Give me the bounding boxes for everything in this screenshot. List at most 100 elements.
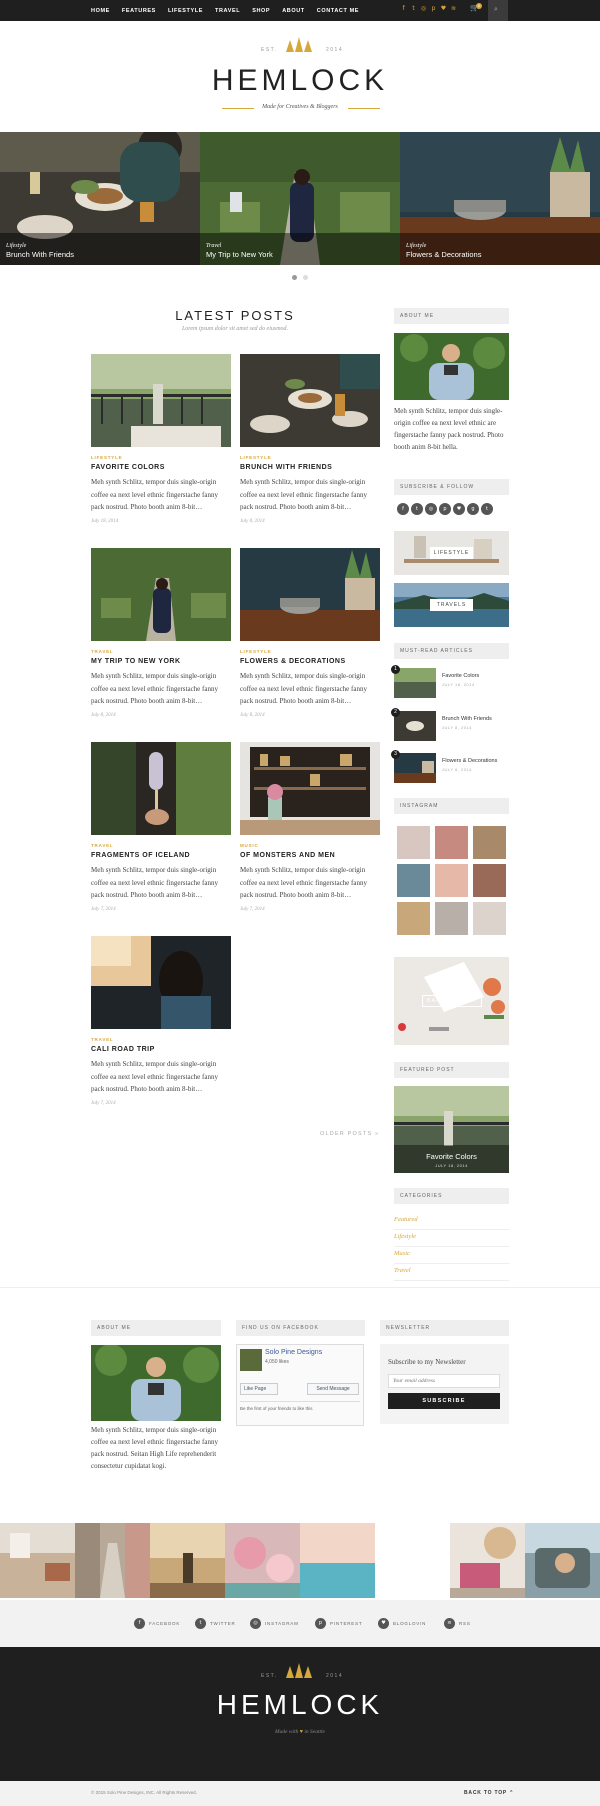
- social-link-rss[interactable]: ≋ RSS: [444, 1618, 471, 1629]
- menu-item-lifestyle[interactable]: LIFESTYLE: [168, 8, 203, 14]
- instagram-photo[interactable]: [473, 826, 506, 859]
- post-image[interactable]: [240, 548, 380, 641]
- social-link-facebook[interactable]: f FACEBOOK: [134, 1618, 180, 1629]
- footer-instagram-photo[interactable]: [225, 1523, 300, 1598]
- lifestyle-banner-label: LIFESTYLE: [430, 547, 473, 559]
- footer-instagram-photo[interactable]: [150, 1523, 225, 1598]
- social-link-twitter[interactable]: t TWITTER: [195, 1618, 236, 1629]
- slider-item[interactable]: Travel My Trip to New York: [200, 132, 400, 265]
- facebook-page-name[interactable]: Solo Pine Designs: [265, 1349, 322, 1356]
- footer-instagram-photo[interactable]: [375, 1523, 450, 1598]
- pinterest-icon[interactable]: p: [430, 5, 437, 12]
- post-category[interactable]: TRAVEL: [91, 649, 231, 654]
- facebook-message-button[interactable]: Send Message: [307, 1383, 359, 1395]
- pinterest-icon[interactable]: p: [439, 503, 451, 515]
- post-category[interactable]: TRAVEL: [91, 843, 231, 848]
- rss-icon[interactable]: ≋: [450, 5, 457, 12]
- instagram-photo[interactable]: [397, 902, 430, 935]
- post-image[interactable]: [240, 354, 380, 447]
- slide-category[interactable]: Travel: [206, 243, 221, 249]
- post-category[interactable]: LIFESTYLE: [240, 649, 380, 654]
- tumblr-icon[interactable]: t: [481, 503, 493, 515]
- back-to-top-link[interactable]: BACK TO TOP ⌃: [464, 1790, 514, 1796]
- slider-dot-active[interactable]: [292, 275, 297, 280]
- post-category[interactable]: TRAVEL: [91, 1037, 231, 1042]
- post-title[interactable]: FLOWERS & DECORATIONS: [240, 658, 380, 665]
- featured-post[interactable]: Favorite Colors JULY 18, 2014: [394, 1086, 509, 1173]
- facebook-page-plugin: Solo Pine Designs 4,050 likes Like Page …: [236, 1344, 364, 1426]
- newsletter-subscribe-button[interactable]: SUBSCRIBE: [388, 1393, 500, 1409]
- instagram-photo[interactable]: [435, 864, 468, 897]
- footer-instagram-photo[interactable]: [0, 1523, 75, 1598]
- post-title[interactable]: BRUNCH WITH FRIENDS: [240, 464, 380, 471]
- menu-item-features[interactable]: FEATURES: [122, 8, 156, 14]
- must-read-thumb: [394, 668, 436, 698]
- heart-icon[interactable]: ♥: [453, 503, 465, 515]
- must-read-item[interactable]: 1 Favorite Colors JULY 18, 2014: [391, 665, 509, 698]
- promo-banner[interactable]: BANNER SPOT: [394, 957, 509, 1045]
- post-category[interactable]: LIFESTYLE: [91, 455, 231, 460]
- menu-item-travel[interactable]: TRAVEL: [215, 8, 240, 14]
- menu-item-about[interactable]: ABOUT: [282, 8, 305, 14]
- instagram-photo[interactable]: [473, 864, 506, 897]
- post-title[interactable]: CALI ROAD TRIP: [91, 1046, 231, 1053]
- search-icon: ⌕: [494, 5, 498, 13]
- slider-dot[interactable]: [303, 275, 308, 280]
- instagram-icon[interactable]: ◎: [420, 5, 427, 12]
- heart-icon[interactable]: ♥: [440, 5, 447, 12]
- menu-item-home[interactable]: HOME: [91, 8, 110, 14]
- older-posts-link[interactable]: OLDER POSTS »: [320, 1131, 379, 1137]
- instagram-photo[interactable]: [435, 902, 468, 935]
- travels-banner[interactable]: TRAVELS: [394, 583, 509, 627]
- post-title[interactable]: FRAGMENTS OF ICELAND: [91, 852, 231, 859]
- must-read-item[interactable]: 2 Brunch With Friends JULY 8, 2014: [391, 708, 509, 741]
- facebook-icon[interactable]: f: [400, 5, 407, 12]
- footer-instagram-photo[interactable]: [450, 1523, 525, 1598]
- search-button[interactable]: ⌕: [488, 0, 508, 21]
- slide-title[interactable]: My Trip to New York: [206, 250, 273, 259]
- twitter-icon[interactable]: t: [410, 5, 417, 12]
- category-link[interactable]: Featured: [394, 1213, 509, 1230]
- slide-title[interactable]: Flowers & Decorations: [406, 250, 481, 259]
- post-category[interactable]: MUSIC: [240, 843, 380, 848]
- must-read-item[interactable]: 3 Flowers & Decorations JULY 8, 2014: [391, 750, 509, 783]
- footer-instagram-photo[interactable]: [525, 1523, 600, 1598]
- post-category[interactable]: LIFESTYLE: [240, 455, 380, 460]
- footer-instagram-photo[interactable]: [75, 1523, 150, 1598]
- social-link-pinterest[interactable]: p PINTEREST: [315, 1618, 362, 1629]
- slide-category[interactable]: Lifestyle: [406, 243, 426, 249]
- post-image[interactable]: [91, 354, 231, 447]
- post-title[interactable]: OF MONSTERS AND MEN: [240, 852, 380, 859]
- category-link[interactable]: Travel: [394, 1264, 509, 1281]
- post-image[interactable]: [91, 936, 231, 1029]
- lifestyle-banner[interactable]: LIFESTYLE: [394, 531, 509, 575]
- slide-category[interactable]: Lifestyle: [6, 243, 26, 249]
- twitter-icon[interactable]: t: [411, 503, 423, 515]
- slider-item[interactable]: Lifestyle Flowers & Decorations: [400, 132, 600, 265]
- google-plus-icon[interactable]: g: [467, 503, 479, 515]
- post-image[interactable]: [91, 742, 231, 835]
- instagram-photo[interactable]: [397, 864, 430, 897]
- instagram-icon[interactable]: ◎: [425, 503, 437, 515]
- social-link-bloglovin[interactable]: ♥ BLOGLOVIN: [378, 1618, 426, 1629]
- slide-caption: [400, 233, 600, 265]
- menu-item-shop[interactable]: SHOP: [252, 8, 270, 14]
- instagram-photo[interactable]: [473, 902, 506, 935]
- footer-instagram-photo[interactable]: [300, 1523, 375, 1598]
- social-link-instagram[interactable]: ◎ INSTAGRAM: [250, 1618, 299, 1629]
- subscribe-icons: f t ◎ p ♥ g t: [397, 503, 493, 515]
- facebook-icon[interactable]: f: [397, 503, 409, 515]
- menu-item-contact[interactable]: CONTACT ME: [317, 8, 359, 14]
- post-image[interactable]: [240, 742, 380, 835]
- facebook-like-button[interactable]: Like Page: [240, 1383, 278, 1395]
- slider-item[interactable]: Lifestyle Brunch With Friends: [0, 132, 200, 265]
- instagram-photo[interactable]: [397, 826, 430, 859]
- newsletter-email-input[interactable]: [388, 1374, 500, 1388]
- post-title[interactable]: MY TRIP TO NEW YORK: [91, 658, 231, 665]
- post-title[interactable]: FAVORITE COLORS: [91, 464, 231, 471]
- category-link[interactable]: Music: [394, 1247, 509, 1264]
- post-image[interactable]: [91, 548, 231, 641]
- category-link[interactable]: Lifestyle: [394, 1230, 509, 1247]
- instagram-photo[interactable]: [435, 826, 468, 859]
- slide-title[interactable]: Brunch With Friends: [6, 250, 74, 259]
